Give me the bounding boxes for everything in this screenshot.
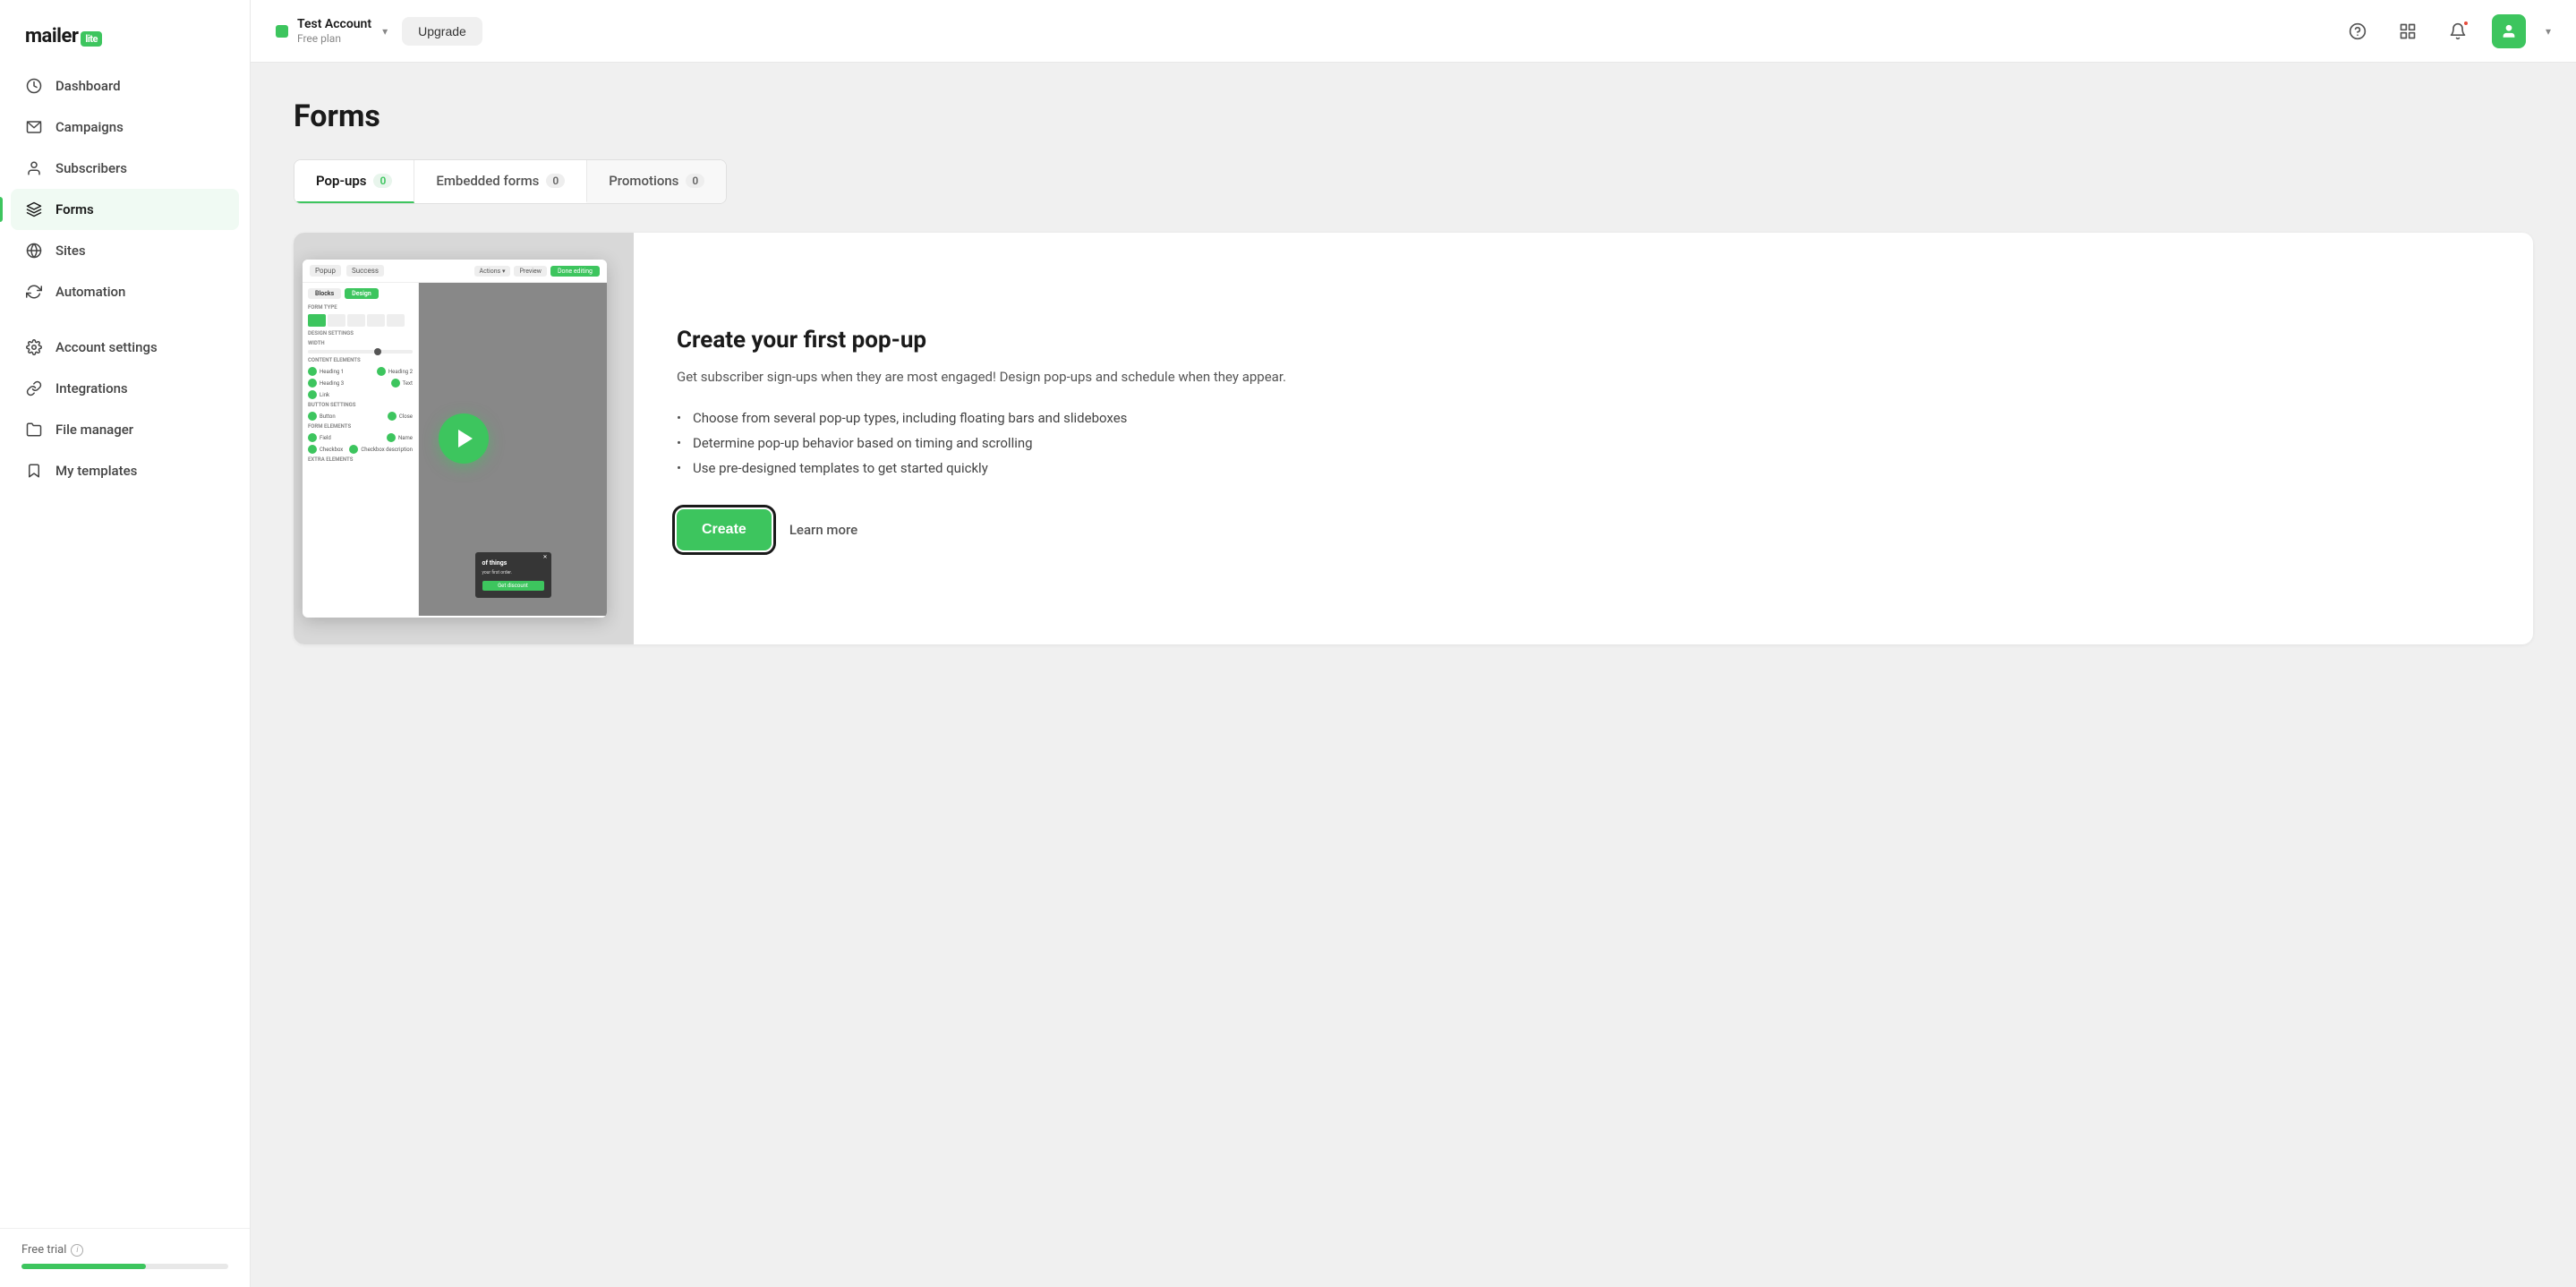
play-triangle-icon (458, 430, 473, 447)
learn-more-link[interactable]: Learn more (789, 522, 857, 538)
bookmark-icon (25, 462, 43, 480)
gear-icon (25, 338, 43, 356)
account-selector[interactable]: Test Account Free plan ▾ (276, 16, 388, 47)
editor-tab-popup: Popup (310, 265, 341, 277)
sidebar-item-sites[interactable]: Sites (11, 230, 239, 271)
empty-state-actions: Create Learn more (677, 509, 2490, 550)
editor-actions: Actions ▾ Preview Done editing (474, 266, 600, 277)
sidebar-item-automation[interactable]: Automation (11, 271, 239, 312)
user-icon (25, 159, 43, 177)
sidebar-item-dashboard[interactable]: Dashboard (11, 65, 239, 107)
sidebar-item-forms[interactable]: Forms (11, 189, 239, 230)
forms-info-panel: Create your first pop-up Get subscriber … (634, 233, 2533, 644)
tabs: Pop-ups 0 Embedded forms 0 Promotions 0 (294, 159, 727, 204)
empty-state-description: Get subscriber sign-ups when they are mo… (677, 366, 2490, 388)
sidebar-bottom: Free trial i (0, 1228, 250, 1287)
help-icon[interactable] (2341, 15, 2374, 47)
user-avatar[interactable] (2492, 14, 2526, 48)
feature-item-3: Use pre-designed templates to get starte… (677, 456, 2490, 481)
folder-icon (25, 421, 43, 439)
popup-preview: ✕ of things your first order. Get discou… (475, 552, 551, 598)
sidebar-item-subscribers[interactable]: Subscribers (11, 148, 239, 189)
clock-icon (25, 77, 43, 95)
free-trial-label: Free trial i (21, 1243, 228, 1257)
globe-icon (25, 242, 43, 260)
content-area: Forms Pop-ups 0 Embedded forms 0 Promoti… (251, 63, 2576, 1287)
topbar-icons: ▾ (2341, 14, 2551, 48)
page-title: Forms (294, 98, 2533, 134)
topbar: Test Account Free plan ▾ Upgrade (251, 0, 2576, 63)
link-icon (25, 379, 43, 397)
play-button[interactable] (439, 413, 489, 464)
account-status-dot (276, 25, 288, 38)
info-icon: i (71, 1244, 83, 1257)
progress-bar-background (21, 1264, 228, 1269)
user-menu-chevron[interactable]: ▾ (2546, 25, 2551, 38)
editor-topbar: Popup Success Actions ▾ Preview Done edi… (303, 260, 607, 283)
empty-state-card: Popup Success Actions ▾ Preview Done edi… (294, 233, 2533, 644)
feature-item-2: Determine pop-up behavior based on timin… (677, 430, 2490, 456)
sidebar-item-file-manager[interactable]: File manager (11, 409, 239, 450)
editor-sidebar: Blocks Design FORM TYPE De (303, 283, 419, 616)
pop-ups-count: 0 (373, 174, 392, 188)
sidebar-item-campaigns[interactable]: Campaigns (11, 107, 239, 148)
tab-pop-ups[interactable]: Pop-ups 0 (294, 160, 414, 203)
sidebar: mailerlite Dashboard Campaigns (0, 0, 251, 1287)
embedded-forms-count: 0 (546, 174, 565, 188)
logo-text: mailerlite (25, 25, 102, 47)
empty-state-title: Create your first pop-up (677, 327, 2490, 354)
apps-grid-icon[interactable] (2392, 15, 2424, 47)
sidebar-item-account-settings[interactable]: Account settings (11, 327, 239, 368)
editor-actions-btn: Actions ▾ (474, 266, 511, 277)
chevron-down-icon: ▾ (382, 25, 388, 38)
form-type-section: FORM TYPE (308, 304, 413, 311)
notification-badge (2462, 20, 2469, 27)
main-area: Test Account Free plan ▾ Upgrade (251, 0, 2576, 1287)
account-plan: Free plan (297, 32, 371, 47)
create-button[interactable]: Create (677, 509, 772, 550)
promotions-count: 0 (686, 174, 704, 188)
form-type-options (308, 314, 413, 327)
tab-promotions[interactable]: Promotions 0 (587, 160, 726, 203)
editor-done-btn: Done editing (550, 266, 600, 277)
tab-embedded-forms[interactable]: Embedded forms 0 (414, 160, 587, 203)
sidebar-item-integrations[interactable]: Integrations (11, 368, 239, 409)
progress-bar-fill (21, 1264, 146, 1269)
notification-icon[interactable] (2442, 15, 2474, 47)
logo-area: mailerlite (0, 0, 250, 65)
upgrade-button[interactable]: Upgrade (402, 17, 482, 46)
nav-list: Dashboard Campaigns Subscribers (0, 65, 250, 1228)
logo-badge: lite (81, 31, 102, 47)
width-slider (308, 350, 413, 354)
envelope-icon (25, 118, 43, 136)
features-list: Choose from several pop-up types, includ… (677, 405, 2490, 481)
feature-item-1: Choose from several pop-up types, includ… (677, 405, 2490, 430)
layers-icon (25, 200, 43, 218)
account-name: Test Account (297, 16, 371, 32)
forms-preview-panel: Popup Success Actions ▾ Preview Done edi… (294, 233, 634, 644)
editor-tab-success: Success (346, 265, 384, 277)
sidebar-item-my-templates[interactable]: My templates (11, 450, 239, 491)
editor-preview-btn: Preview (514, 266, 546, 277)
refresh-icon (25, 283, 43, 301)
